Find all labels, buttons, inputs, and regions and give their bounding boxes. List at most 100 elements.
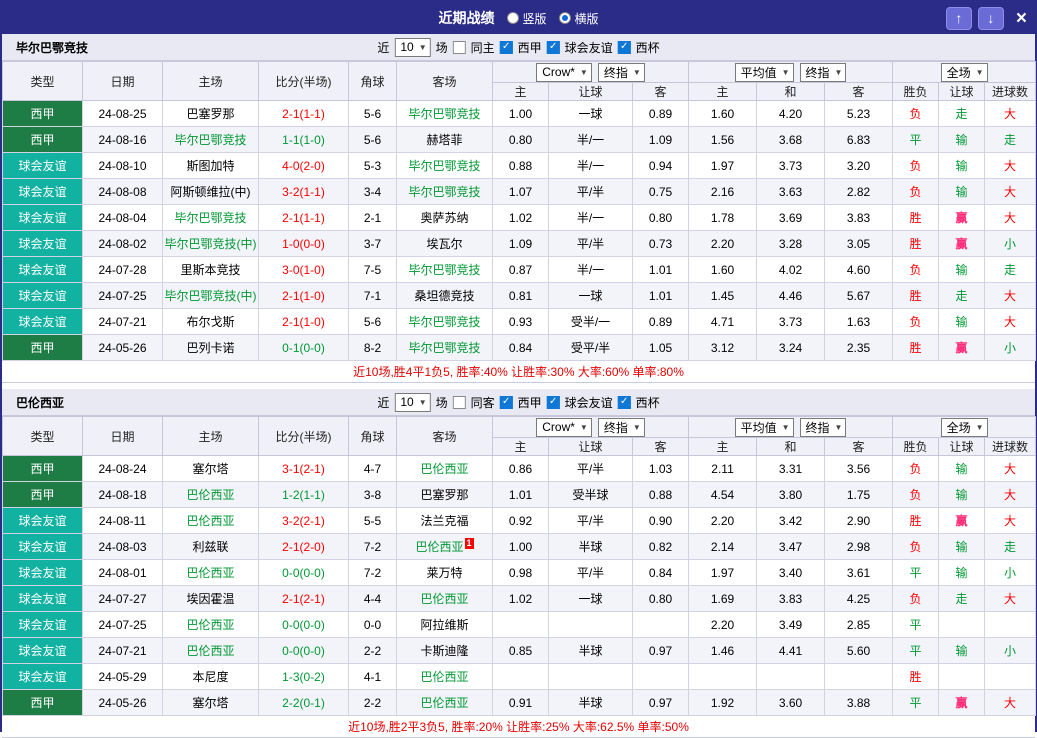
cell-odds-away: 0.80 bbox=[631, 204, 690, 231]
cell-goals-result: 大 bbox=[984, 308, 1037, 335]
same-venue-checkbox[interactable] bbox=[452, 395, 466, 409]
cell-date: 24-08-03 bbox=[82, 533, 163, 560]
cell-odds-handicap: 半/一 bbox=[548, 204, 633, 231]
table-row: 球会友谊 24-08-02 毕尔巴鄂竞技(中) 1-0(0-0) 3-7 埃瓦尔 1.09 平… bbox=[2, 230, 1037, 257]
col-goals-result: 进球数 bbox=[984, 437, 1037, 456]
same-venue-checkbox[interactable] bbox=[452, 40, 466, 54]
cell-away: 巴伦西亚 bbox=[396, 663, 493, 690]
cell-odds-away: 1.05 bbox=[631, 334, 690, 361]
near-label: 近 bbox=[377, 40, 390, 55]
move-down-button[interactable]: ↓ bbox=[977, 6, 1004, 30]
league-checkbox-laliga[interactable] bbox=[499, 40, 513, 54]
cell-type: 西甲 bbox=[2, 334, 83, 361]
cell-avg-draw: 4.46 bbox=[756, 282, 826, 309]
cell-handicap-result: 输 bbox=[938, 256, 986, 283]
cell-home: 毕尔巴鄂竞技(中) bbox=[162, 282, 259, 309]
cell-home: 巴伦西亚 bbox=[162, 611, 259, 638]
bookmaker-select[interactable]: Crow* ▼ bbox=[536, 62, 592, 82]
cell-away: 巴塞罗那 bbox=[396, 481, 493, 508]
cell-odds-away: 0.82 bbox=[631, 533, 690, 560]
average-select[interactable]: 平均值 ▼ bbox=[734, 417, 794, 437]
cell-result: 负 bbox=[892, 256, 940, 283]
cell-odds-handicap: 半球 bbox=[548, 689, 633, 716]
cell-odds-away: 0.94 bbox=[631, 152, 690, 179]
mode-horizontal-option[interactable]: 横版 bbox=[558, 10, 599, 27]
table-row: 球会友谊 24-08-10 斯图加特 4-0(2-0) 5-3 毕尔巴鄂竞技 0.88 半/一… bbox=[2, 152, 1037, 179]
cell-away: 毕尔巴鄂竞技 bbox=[396, 178, 493, 205]
cell-odds-home: 0.80 bbox=[492, 126, 549, 153]
cell-type: 球会友谊 bbox=[2, 663, 83, 690]
table-row: 球会友谊 24-08-11 巴伦西亚 3-2(2-1) 5-5 法兰克福 0.92 平/半 0.… bbox=[2, 507, 1037, 534]
league-checkbox-cup[interactable] bbox=[617, 40, 631, 54]
col-date: 日期 bbox=[82, 416, 163, 456]
league-checkbox-laliga[interactable] bbox=[499, 395, 513, 409]
cell-type: 球会友谊 bbox=[2, 230, 83, 257]
cell-home: 里斯本竞技 bbox=[162, 256, 259, 283]
cell-avg-away: 1.63 bbox=[824, 308, 894, 335]
average-select[interactable]: 平均值 ▼ bbox=[734, 62, 794, 82]
cell-handicap-result: 赢 bbox=[938, 230, 986, 257]
cell-away: 巴伦西亚 bbox=[396, 455, 493, 482]
mode-vertical-option[interactable]: 竖版 bbox=[506, 10, 547, 27]
cell-odds-handicap: 一球 bbox=[548, 100, 633, 127]
cell-goals-result: 小 bbox=[984, 230, 1037, 257]
cell-avg-draw: 3.69 bbox=[756, 204, 826, 231]
cell-odds-handicap: 受半/一 bbox=[548, 308, 633, 335]
cell-type: 西甲 bbox=[2, 689, 83, 716]
cell-score: 2-1(1-1) bbox=[258, 100, 349, 127]
radio-checked-icon[interactable] bbox=[558, 12, 571, 24]
cell-avg-draw: 3.60 bbox=[756, 689, 826, 716]
move-up-button[interactable]: ↑ bbox=[945, 6, 972, 30]
cell-odds-home: 1.00 bbox=[492, 100, 549, 127]
cell-date: 24-08-25 bbox=[82, 100, 163, 127]
col-odds-away: 客 bbox=[631, 437, 690, 456]
final-odds-select[interactable]: 终指 ▼ bbox=[799, 62, 847, 82]
cell-goals-result: 大 bbox=[984, 585, 1037, 612]
cell-corner: 7-5 bbox=[348, 256, 397, 283]
close-button[interactable]: × bbox=[1016, 9, 1027, 28]
cell-goals-result: 大 bbox=[984, 282, 1037, 309]
final-odds-select[interactable]: 终指 ▼ bbox=[597, 62, 645, 82]
cell-date: 24-08-01 bbox=[82, 559, 163, 586]
cell-score: 1-1(1-0) bbox=[258, 126, 349, 153]
league-checkbox-friendly[interactable] bbox=[546, 40, 560, 54]
cell-score: 1-0(0-0) bbox=[258, 230, 349, 257]
cell-home: 本尼度 bbox=[162, 663, 259, 690]
final-odds-select[interactable]: 终指 ▼ bbox=[597, 417, 645, 437]
cell-odds-home: 0.93 bbox=[492, 308, 549, 335]
col-corner: 角球 bbox=[348, 61, 397, 101]
cell-away: 毕尔巴鄂竞技 bbox=[396, 256, 493, 283]
cell-odds-away: 0.97 bbox=[631, 689, 690, 716]
cell-avg-away: 3.83 bbox=[824, 204, 894, 231]
scope-select[interactable]: 全场 ▼ bbox=[940, 417, 988, 437]
col-date: 日期 bbox=[82, 61, 163, 101]
cell-odds-home: 0.91 bbox=[492, 689, 549, 716]
cell-goals-result: 大 bbox=[984, 178, 1037, 205]
chevron-down-icon: ▼ bbox=[781, 67, 790, 77]
cell-type: 球会友谊 bbox=[2, 611, 83, 638]
cell-odds-home: 1.01 bbox=[492, 481, 549, 508]
cell-odds-away: 0.73 bbox=[631, 230, 690, 257]
cell-odds-home: 1.00 bbox=[492, 533, 549, 560]
radio-unchecked-icon[interactable] bbox=[506, 12, 519, 24]
match-count-select[interactable]: 10 ▼ bbox=[394, 392, 431, 412]
cell-avg-draw: 3.42 bbox=[756, 507, 826, 534]
cell-type: 西甲 bbox=[2, 100, 83, 127]
league-checkbox-cup[interactable] bbox=[617, 395, 631, 409]
cell-avg-away: 5.23 bbox=[824, 100, 894, 127]
cell-avg-away: 2.82 bbox=[824, 178, 894, 205]
cell-result: 负 bbox=[892, 178, 940, 205]
cell-handicap-result: 输 bbox=[938, 559, 986, 586]
cell-result: 胜 bbox=[892, 507, 940, 534]
chevron-down-icon: ▼ bbox=[418, 42, 427, 52]
odds-group-average: 平均值 ▼ 终指 ▼ bbox=[688, 416, 894, 438]
bookmaker-select[interactable]: Crow* ▼ bbox=[536, 417, 592, 437]
cell-handicap-result: 输 bbox=[938, 308, 986, 335]
final-odds-select[interactable]: 终指 ▼ bbox=[799, 417, 847, 437]
scope-select[interactable]: 全场 ▼ bbox=[940, 62, 988, 82]
cell-goals-result: 走 bbox=[984, 533, 1037, 560]
match-count-select[interactable]: 10 ▼ bbox=[394, 37, 431, 57]
cell-avg-home bbox=[688, 663, 758, 690]
league-checkbox-friendly[interactable] bbox=[546, 395, 560, 409]
cell-odds-away: 0.90 bbox=[631, 507, 690, 534]
